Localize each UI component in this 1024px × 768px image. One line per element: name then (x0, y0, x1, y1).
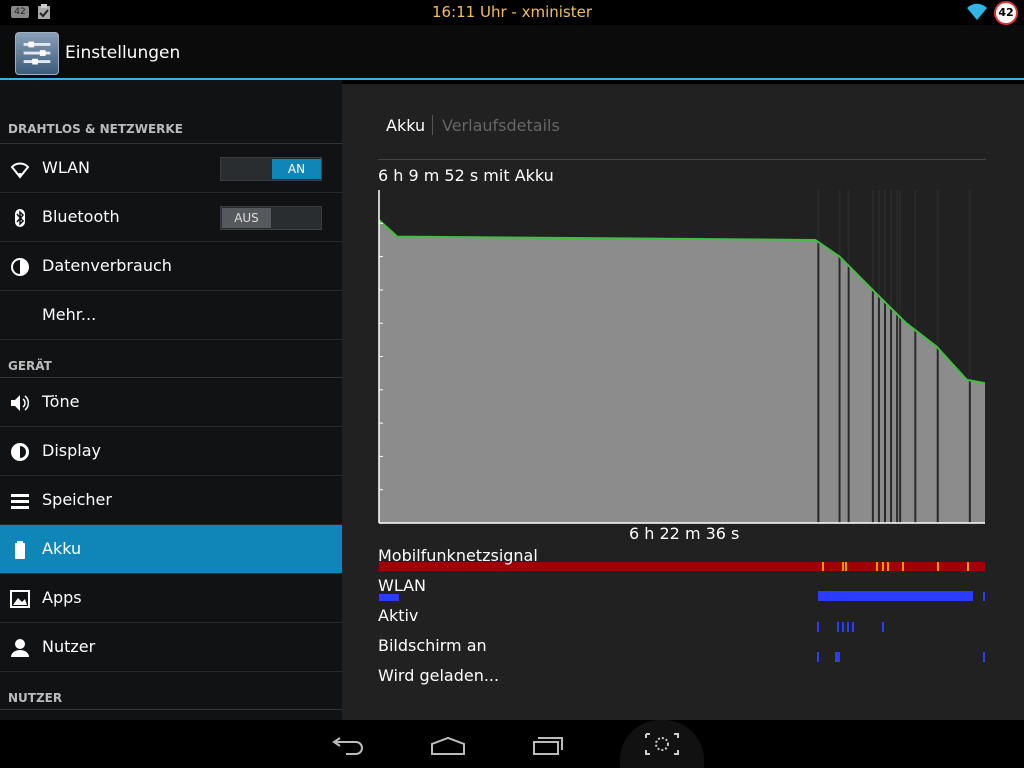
sidebar-item-label: Speicher (42, 490, 112, 509)
mobile-signal-mark-8 (967, 562, 969, 571)
section-header-device: GERÄT (0, 340, 342, 378)
battery-level-area (379, 219, 985, 523)
sidebar-item-sounds[interactable]: Töne (0, 378, 342, 427)
wlan-signal-segment-1 (818, 591, 973, 601)
toggle-state: AUS (222, 208, 271, 228)
battery-icon (15, 541, 25, 559)
app-title: Einstellungen (65, 43, 181, 63)
sidebar-item-label: Töne (42, 392, 80, 411)
action-bar: Einstellungen (0, 25, 1024, 80)
mobile-signal-mark-7 (937, 562, 939, 571)
status-bar: 42 16:11 Uhr - xminister 42 (0, 0, 1024, 25)
user-icon (11, 639, 29, 657)
signal-label-active: Aktiv (378, 606, 419, 625)
settings-sliders-icon[interactable] (15, 32, 59, 75)
bluetooth-icon (15, 209, 25, 227)
speaker-icon (11, 395, 30, 411)
wlan-signal-segment-2 (983, 592, 985, 601)
battery-ring-icon: 42 (994, 1, 1018, 25)
section-header-wireless: DRAHTLOS & NETZWERKE (0, 80, 342, 144)
sidebar-item-wlan[interactable]: WLAN AN (0, 144, 342, 193)
signal-label-mobile: Mobilfunknetzsignal (378, 546, 538, 565)
brightness-icon (11, 443, 29, 461)
mobile-signal-mark-3 (876, 562, 878, 571)
settings-list[interactable]: DRAHTLOS & NETZWERKE WLAN AN Bluetooth A… (0, 80, 342, 720)
active-signal-mark-3 (847, 622, 849, 632)
signal-label-wlan: WLAN (378, 576, 427, 595)
sidebar-item-storage[interactable]: Speicher (0, 476, 342, 525)
storage-icon (11, 494, 29, 509)
wifi-icon (10, 162, 30, 179)
wifi-icon (967, 3, 987, 20)
chart-x-label: 6 h 22 m 36 s (629, 524, 740, 543)
sidebar-item-label: Mehr... (42, 305, 97, 324)
apps-icon (10, 590, 30, 608)
sidebar-item-data-usage[interactable]: Datenverbrauch (0, 242, 342, 291)
navigation-bar (0, 720, 1024, 768)
sidebar-item-label: WLAN (42, 158, 91, 177)
sidebar-item-label: Apps (42, 588, 82, 607)
sidebar-item-cutoff[interactable] (0, 710, 342, 720)
toggle-state: AN (272, 159, 321, 179)
screen-signal-mark-2 (983, 652, 985, 662)
sidebar-item-label: Nutzer (42, 637, 96, 656)
signal-label-charging: Wird geladen... (378, 666, 500, 685)
wlan-toggle[interactable]: AN (220, 157, 322, 181)
bluetooth-toggle[interactable]: AUS (220, 206, 322, 230)
active-signal-mark-4 (852, 622, 854, 632)
screen-signal-mark-1 (835, 652, 840, 662)
mobile-signal-mark-6 (902, 562, 904, 571)
home-icon[interactable] (428, 728, 468, 760)
sidebar-item-label: Display (42, 441, 101, 460)
battery-detail-pane: Akku Verlaufsdetails 6 h 9 m 52 s mit Ak… (342, 84, 1024, 720)
active-signal-mark-1 (837, 622, 839, 632)
mobile-signal-mark-1 (842, 562, 844, 571)
mobile-signal-mark-2 (845, 562, 847, 571)
sidebar-item-users[interactable]: Nutzer (0, 623, 342, 672)
sidebar-item-bluetooth[interactable]: Bluetooth AUS (0, 193, 342, 242)
section-header-users: NUTZER (0, 672, 342, 710)
status-time: 16:11 Uhr - xminister (431, 3, 593, 21)
sidebar-item-apps[interactable]: Apps (0, 574, 342, 623)
wlan-signal-segment-0 (379, 594, 399, 601)
sidebar-item-label: Akku (42, 539, 82, 558)
signal-label-screen-on: Bildschirm an (378, 636, 487, 655)
active-signal-mark-2 (842, 622, 844, 632)
mobile-signal-mark-0 (822, 562, 824, 571)
battery-chart (378, 190, 986, 662)
sidebar-item-label: Bluetooth (42, 207, 120, 226)
data-usage-icon (11, 258, 29, 276)
mobile-signal-mark-5 (887, 562, 889, 571)
sidebar-item-more[interactable]: Mehr... (0, 291, 342, 340)
sidebar-item-label: Datenverbrauch (42, 256, 172, 275)
active-signal-mark-0 (817, 622, 819, 632)
screenshot-icon (645, 733, 679, 755)
mobile-signal-mark-4 (882, 562, 884, 571)
active-signal-mark-5 (882, 622, 884, 632)
screenshot-button[interactable] (620, 720, 704, 768)
back-icon[interactable] (328, 728, 368, 760)
screen-signal-mark-0 (817, 652, 819, 662)
recent-apps-icon[interactable] (528, 728, 568, 760)
sidebar-item-display[interactable]: Display (0, 427, 342, 476)
sidebar-item-battery[interactable]: Akku (0, 525, 342, 574)
